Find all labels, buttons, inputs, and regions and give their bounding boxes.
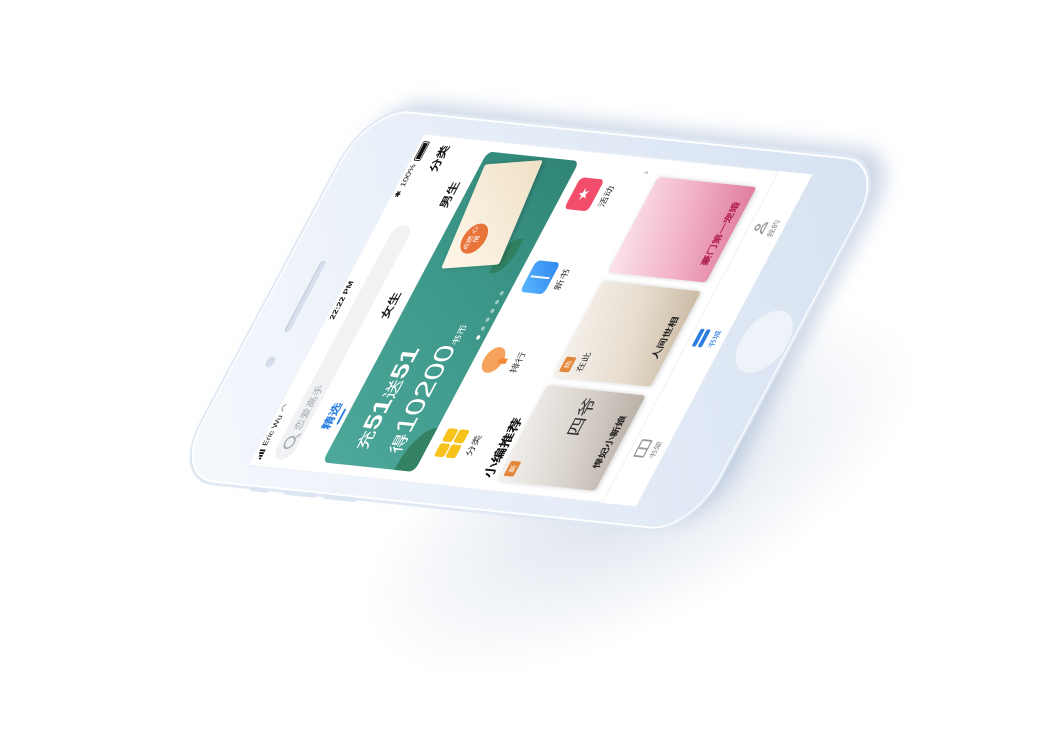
- mute-switch: [249, 486, 271, 493]
- carousel-dot[interactable]: [484, 317, 491, 323]
- carousel-dot[interactable]: [479, 326, 486, 332]
- carousel-dot[interactable]: [493, 300, 500, 305]
- entry-category[interactable]: 分类: [431, 426, 494, 463]
- tab-bookshelf[interactable]: 书架: [632, 439, 665, 459]
- carousel-dot[interactable]: [489, 308, 495, 314]
- book-cover-text: 四爷: [564, 396, 602, 438]
- search-icon: [280, 435, 298, 450]
- book-cover-text: 在此: [574, 351, 594, 373]
- section-more-link[interactable]: ›: [640, 170, 653, 176]
- tab-profile[interactable]: 我的: [750, 218, 783, 238]
- book-flag: 新: [503, 460, 522, 477]
- entry-events[interactable]: 活动: [563, 177, 627, 214]
- carousel-dot[interactable]: [498, 291, 505, 297]
- entry-ranking[interactable]: 排行: [475, 343, 539, 380]
- tab-bookstore[interactable]: 书城: [691, 328, 724, 349]
- bluetooth-icon: ✱: [392, 190, 405, 199]
- carousel-dot[interactable]: [475, 335, 481, 341]
- entry-new-books[interactable]: 新书: [519, 260, 583, 297]
